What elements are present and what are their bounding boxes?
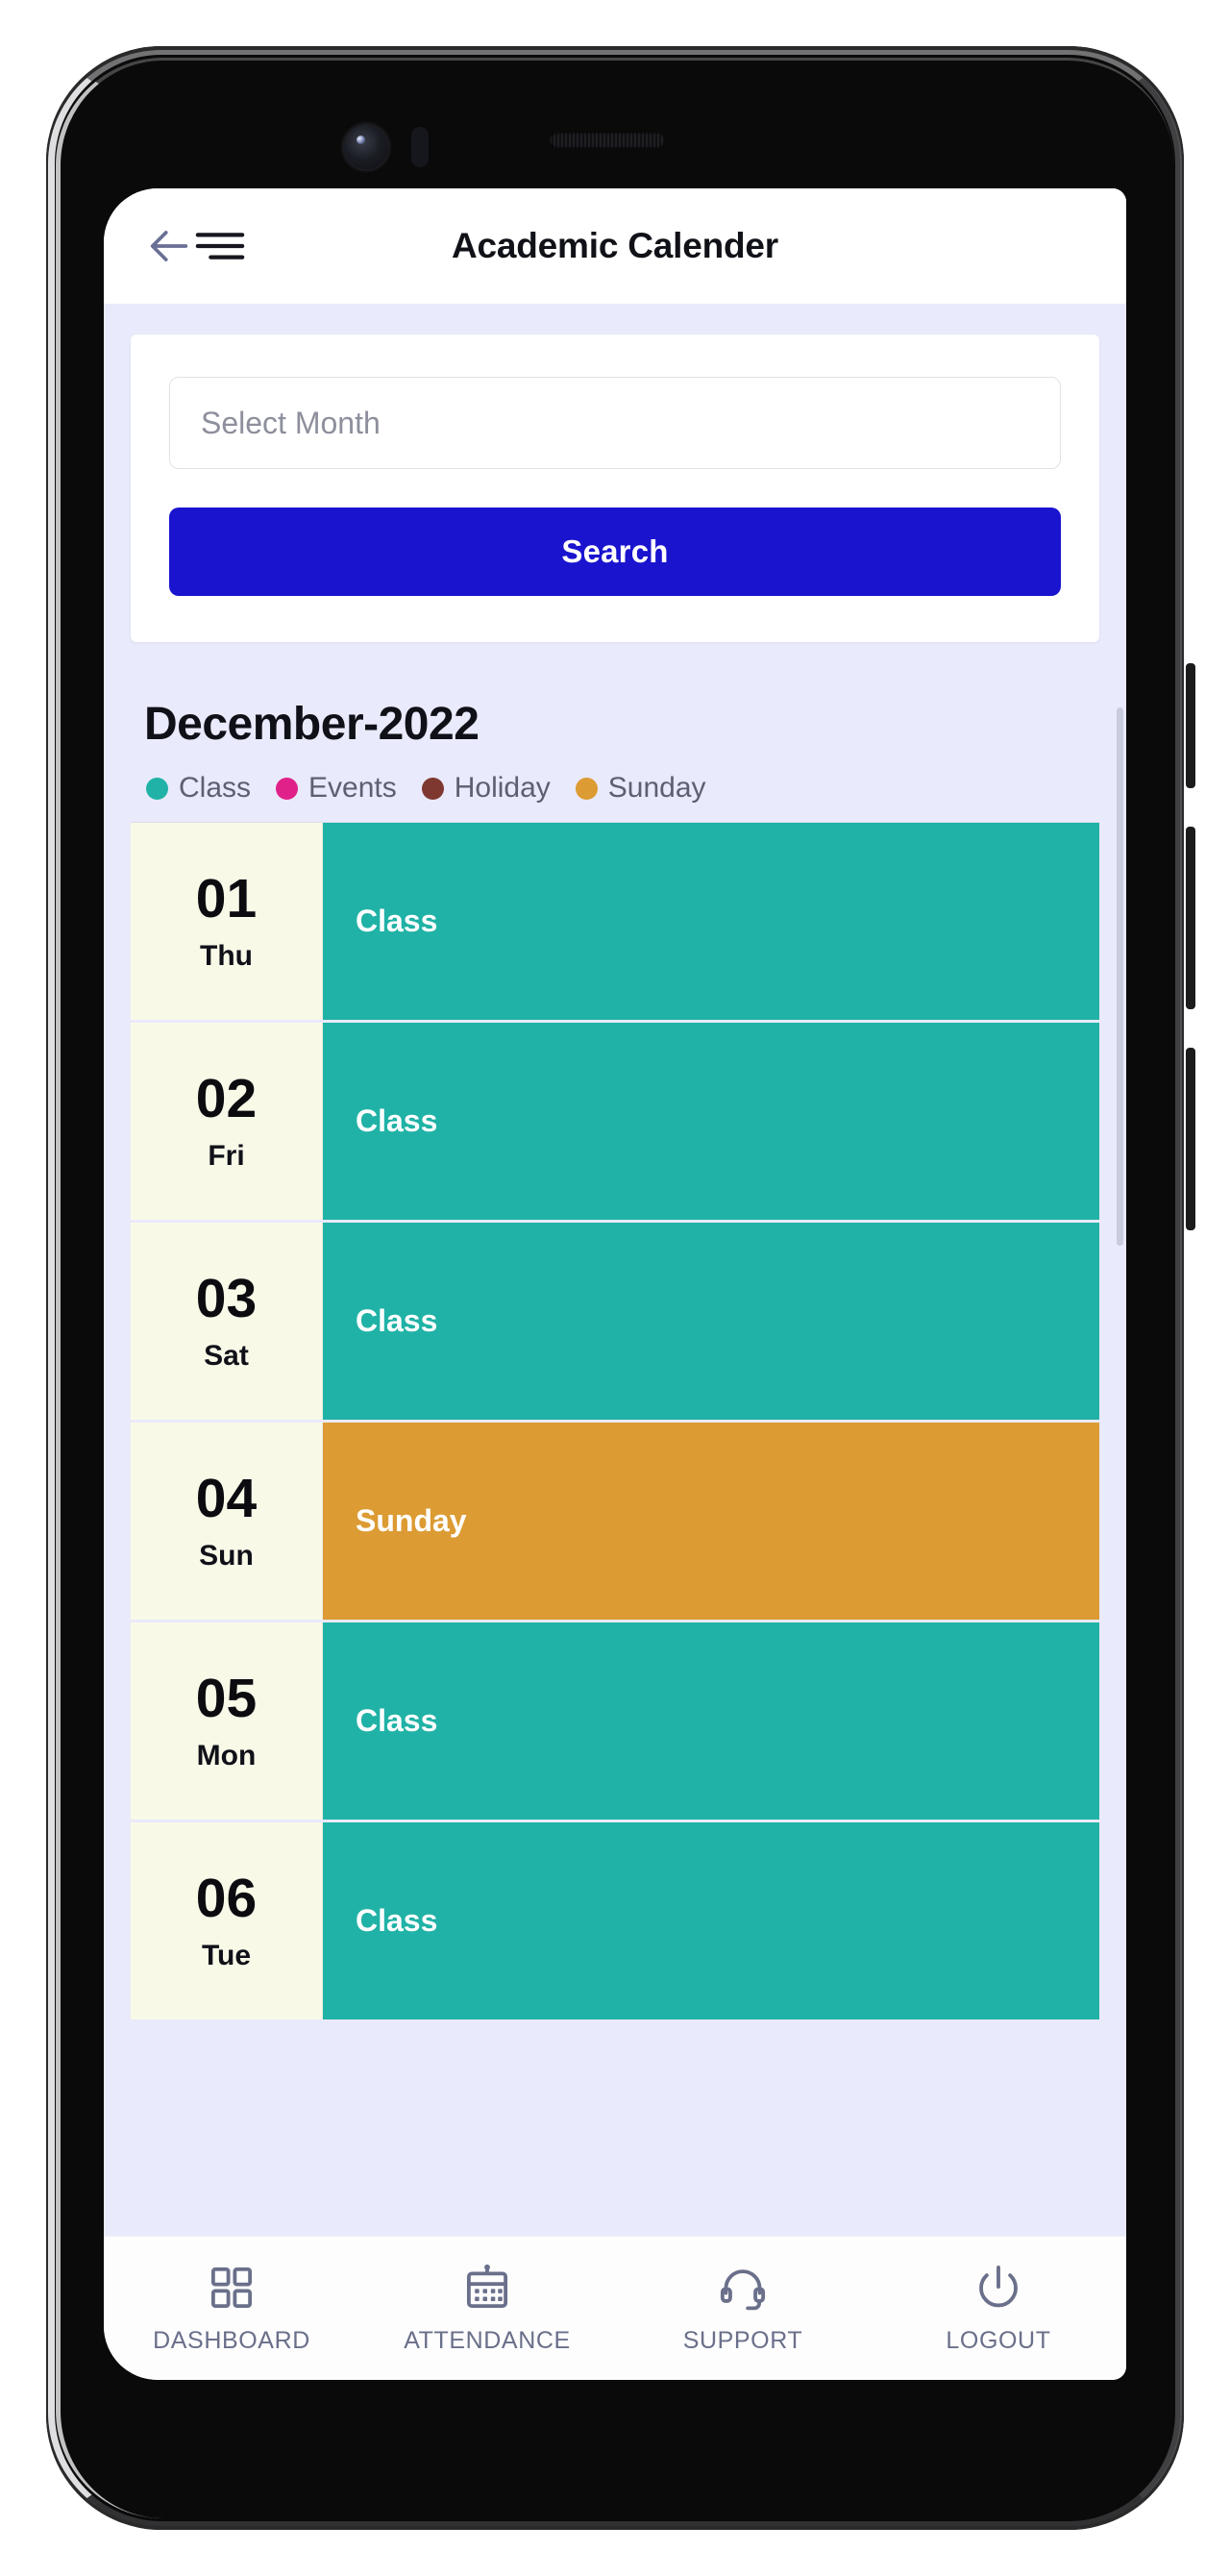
legend-item-sunday: Sunday	[575, 772, 706, 805]
legend-dot-sunday	[575, 777, 598, 800]
legend-item-class: Class	[146, 772, 251, 805]
event-cell: Class	[323, 1023, 1099, 1220]
nav-item-dashboard[interactable]: DASHBOARD	[104, 2262, 359, 2355]
event-cell: Class	[323, 1622, 1099, 1820]
earpiece-speaker	[550, 133, 665, 148]
page-body: Search December-2022 Class Events Holida…	[104, 304, 1126, 2236]
front-camera-icon	[344, 125, 388, 169]
nav-item-attendance[interactable]: ATTENDANCE	[359, 2262, 615, 2355]
legend-item-events: Events	[276, 772, 397, 805]
day-name: Sat	[204, 1340, 249, 1372]
table-row[interactable]: 01 Thu Class	[131, 823, 1099, 1023]
day-number: 02	[195, 1068, 258, 1129]
event-label: Class	[356, 1103, 438, 1138]
date-cell: 01 Thu	[131, 823, 323, 1020]
day-number: 04	[195, 1468, 258, 1529]
scrollbar[interactable]	[1117, 707, 1123, 1246]
nav-item-support[interactable]: SUPPORT	[615, 2262, 871, 2355]
calendar-list: 01 Thu Class 02 Fri Class 03 Sat Class 0…	[131, 822, 1099, 2022]
legend-label-events: Events	[308, 772, 397, 804]
event-cell: Class	[323, 1223, 1099, 1420]
back-arrow-icon[interactable]	[144, 221, 194, 271]
table-row[interactable]: 04 Sun Sunday	[131, 1423, 1099, 1622]
screenshot-root: Academic Calender Search December-2022 C…	[0, 0, 1230, 2576]
proximity-sensor	[411, 127, 429, 167]
hamburger-menu-icon[interactable]	[194, 227, 246, 265]
date-cell: 06 Tue	[131, 1822, 323, 2019]
headset-icon	[717, 2262, 769, 2314]
legend-item-holiday: Holiday	[421, 772, 551, 805]
legend-dot-events	[276, 777, 299, 800]
date-cell: 05 Mon	[131, 1622, 323, 1820]
day-name: Fri	[208, 1140, 245, 1172]
legend-label-sunday: Sunday	[607, 772, 706, 804]
day-name: Mon	[196, 1740, 257, 1771]
day-name: Tue	[201, 1940, 252, 1971]
legend-dot-class	[146, 777, 168, 800]
event-cell: Class	[323, 823, 1099, 1020]
search-button[interactable]: Search	[169, 508, 1061, 596]
event-label: Sunday	[356, 1503, 467, 1538]
event-cell: Class	[323, 1822, 1099, 2019]
legend-label-class: Class	[179, 772, 252, 804]
bottom-navigation-bar: DASHBOARD ATTENDANCE SUPPORT LOGOUT	[104, 2236, 1126, 2380]
nav-label-attendance: ATTENDANCE	[404, 2327, 571, 2354]
nav-label-logout: LOGOUT	[946, 2327, 1051, 2354]
nav-label-dashboard: DASHBOARD	[153, 2327, 310, 2354]
phone-side-button-volume-up	[1186, 827, 1195, 1009]
table-row[interactable]: 06 Tue Class	[131, 1822, 1099, 2022]
nav-item-logout[interactable]: LOGOUT	[871, 2262, 1126, 2355]
day-number: 05	[195, 1668, 258, 1729]
table-row[interactable]: 03 Sat Class	[131, 1223, 1099, 1423]
calendar-icon	[461, 2262, 513, 2314]
event-label: Class	[356, 1703, 438, 1738]
phone-side-button-volume-down	[1186, 1048, 1195, 1230]
power-icon	[972, 2262, 1024, 2314]
event-label: Class	[356, 1903, 438, 1938]
date-cell: 02 Fri	[131, 1023, 323, 1220]
month-heading: December-2022	[144, 699, 480, 750]
legend-dot-holiday	[421, 777, 444, 800]
date-cell: 03 Sat	[131, 1223, 323, 1420]
table-row[interactable]: 05 Mon Class	[131, 1622, 1099, 1822]
day-number: 01	[195, 868, 258, 929]
day-number: 03	[195, 1268, 258, 1329]
search-card: Search	[131, 334, 1099, 642]
select-month-input[interactable]	[169, 377, 1061, 469]
event-label: Class	[356, 1303, 438, 1338]
table-row[interactable]: 02 Fri Class	[131, 1023, 1099, 1223]
phone-side-button-silent	[1186, 663, 1195, 788]
calendar-legend: Class Events Holiday Sunday	[146, 772, 1126, 805]
date-cell: 04 Sun	[131, 1423, 323, 1620]
app-bar: Academic Calender	[104, 188, 1126, 304]
event-label: Class	[356, 904, 438, 938]
page-title: Academic Calender	[451, 226, 779, 265]
event-cell: Sunday	[323, 1423, 1099, 1620]
phone-screen: Academic Calender Search December-2022 C…	[104, 188, 1126, 2380]
day-name: Thu	[200, 940, 253, 972]
day-name: Sun	[199, 1540, 254, 1572]
nav-label-support: SUPPORT	[682, 2327, 803, 2354]
grid-squares-icon	[206, 2262, 258, 2314]
legend-label-holiday: Holiday	[454, 772, 551, 804]
day-number: 06	[195, 1868, 258, 1929]
